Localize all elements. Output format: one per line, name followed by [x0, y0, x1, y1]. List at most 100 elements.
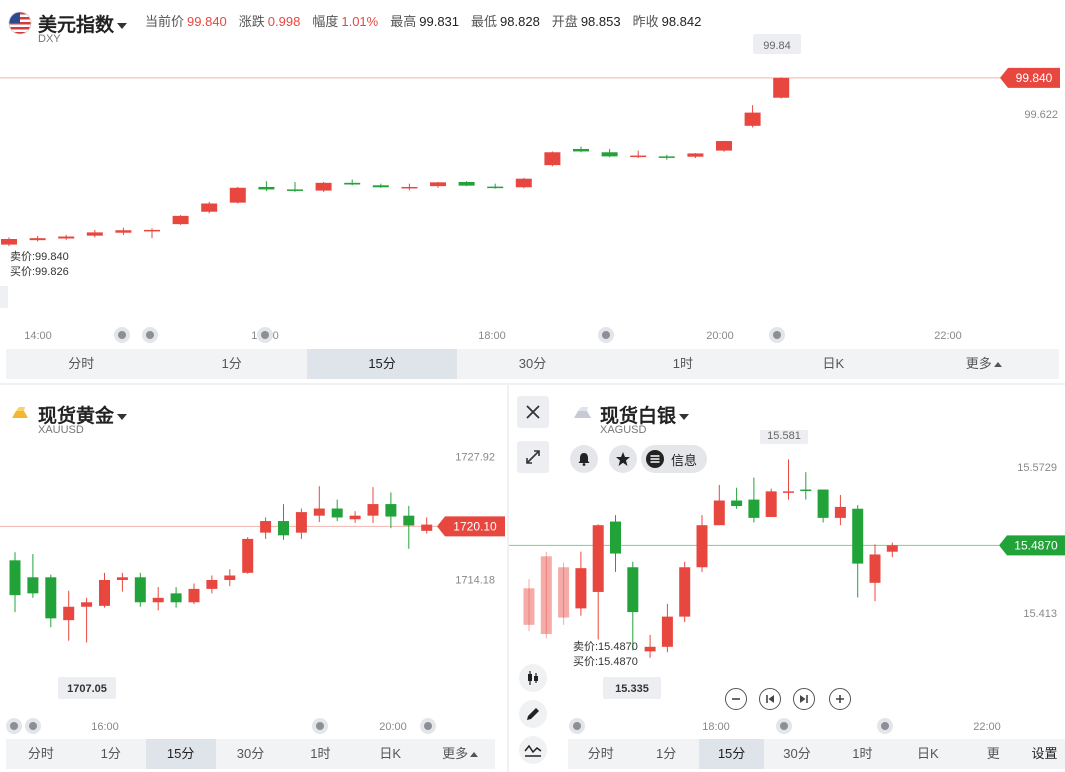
candle-body [116, 577, 128, 580]
silver-bid-ask: 卖价:15.4870 买价:15.4870 [573, 640, 638, 670]
gold-tab[interactable]: 1时 [285, 739, 355, 769]
candle-body [744, 112, 761, 126]
dxy-tab[interactable]: 日K [758, 349, 908, 379]
candle-body [172, 215, 189, 225]
dxy-tab[interactable]: 1分 [156, 349, 306, 379]
indicator-button[interactable] [519, 736, 547, 764]
silver-tab[interactable]: 分时 [568, 739, 633, 769]
dxy-tab[interactable]: 15分 [306, 349, 458, 379]
candle-body [610, 521, 621, 554]
chart-type-button[interactable] [519, 664, 547, 692]
event-flag-dot [261, 331, 269, 339]
candle-body [748, 499, 760, 518]
tab-label: 30分 [236, 746, 265, 761]
chevron-down-icon [117, 22, 128, 29]
y-tick-label: 15.5729 [1017, 462, 1057, 474]
quote-label: 幅度 [312, 14, 339, 29]
quote-label: 最高 [390, 14, 417, 29]
candle-body [86, 232, 103, 236]
event-flag-dot [146, 331, 154, 339]
close-button[interactable] [517, 396, 549, 428]
dxy-tab[interactable]: 更多 [909, 349, 1059, 379]
candle-body [773, 77, 790, 98]
info-label: 信息 [671, 452, 698, 468]
dxy-tab[interactable]: 分时 [6, 349, 156, 379]
candle-body [29, 238, 46, 241]
draw-button[interactable] [519, 700, 547, 728]
tab-label: 1时 [310, 746, 331, 761]
tab-label: 1分 [221, 356, 242, 371]
bell-icon [578, 453, 590, 466]
settings-button[interactable]: 设置 [1024, 739, 1065, 769]
candle-body [575, 568, 587, 609]
candle-body [421, 524, 433, 531]
candle-body [716, 141, 732, 151]
caret-up-icon [470, 752, 479, 758]
info-button[interactable]: 信息 [641, 445, 708, 473]
silver-tab[interactable]: 30分 [764, 739, 829, 769]
dxy-side-handle[interactable] [0, 286, 8, 308]
silver-chart[interactable]: 15.5729 15.413 18:00 22:00 15.4870 15.581 15.3… [509, 430, 1065, 740]
tab-label: 1时 [672, 356, 694, 371]
tab-label: 日K [822, 356, 845, 371]
expand-icon [526, 450, 540, 464]
chevron-down-icon [679, 413, 690, 420]
quote-value: 0.998 [267, 14, 301, 29]
gold-tab[interactable]: 日K [355, 739, 425, 769]
candlestick-icon [528, 671, 538, 685]
gold-tab[interactable]: 15分 [145, 739, 216, 769]
quote-value: 98.828 [500, 14, 540, 29]
candle-body [540, 556, 552, 634]
quote-value: 99.831 [419, 14, 460, 29]
tab-label: 分时 [587, 746, 614, 761]
jump-end-button[interactable] [793, 688, 815, 710]
tab-label: 更 [986, 746, 1000, 761]
silver-tab[interactable]: 更 [961, 739, 1026, 769]
candle-body [115, 230, 132, 233]
candle-body [515, 178, 532, 188]
tab-label: 1时 [852, 746, 873, 761]
candle-body [817, 489, 829, 518]
jump-start-button[interactable] [759, 688, 781, 710]
candle-body [627, 567, 639, 613]
candle-body [45, 577, 57, 619]
dxy-tab[interactable]: 1时 [608, 349, 758, 379]
event-flag-dot [118, 331, 126, 339]
silver-tab[interactable]: 1分 [633, 739, 698, 769]
favorite-button[interactable] [609, 445, 637, 473]
x-tick-label: 20:00 [706, 330, 734, 342]
candle-body [430, 182, 446, 187]
gold-tab[interactable]: 30分 [216, 739, 286, 769]
candle-body [278, 521, 289, 536]
gold-tab[interactable]: 1分 [76, 739, 146, 769]
fullscreen-button[interactable] [517, 441, 549, 473]
candle-body [886, 545, 898, 552]
event-flag-dot [29, 722, 37, 730]
current-price-label: 1720.10 [453, 519, 497, 533]
gold-tab[interactable]: 分时 [6, 739, 76, 769]
x-tick-label: 14:00 [24, 330, 52, 342]
last-icon [800, 695, 808, 703]
quote-label: 开盘 [551, 14, 578, 29]
zoom-out-button[interactable] [725, 688, 747, 710]
quote-label: 昨收 [632, 14, 659, 29]
gold-tab[interactable]: 更多 [425, 739, 495, 769]
dxy-chart[interactable]: 99.62214:0016:0018:0020:0022:0099.84099.… [0, 30, 1065, 350]
horizontal-divider [0, 383, 1065, 385]
gold-chart[interactable]: 1727.92 1714.18 16:00 20:00 1720.10 1707.05 [0, 430, 507, 740]
plus-icon [836, 695, 844, 703]
zoom-in-button[interactable] [829, 688, 851, 710]
silver-tab[interactable]: 日K [895, 739, 960, 769]
tab-label: 30分 [518, 356, 547, 371]
candle-body [558, 567, 570, 618]
y-tick-label: 1727.92 [455, 452, 495, 464]
silver-tab[interactable]: 15分 [698, 739, 765, 769]
caret-up-icon [993, 362, 1002, 368]
x-tick-label: 18:00 [702, 721, 730, 733]
alert-button[interactable] [570, 445, 598, 473]
dxy-tab[interactable]: 30分 [457, 349, 607, 379]
candle-body [573, 148, 589, 152]
silver-tab[interactable]: 1时 [830, 739, 895, 769]
candle-body [99, 579, 110, 606]
current-price-label: 15.4870 [1014, 538, 1058, 552]
